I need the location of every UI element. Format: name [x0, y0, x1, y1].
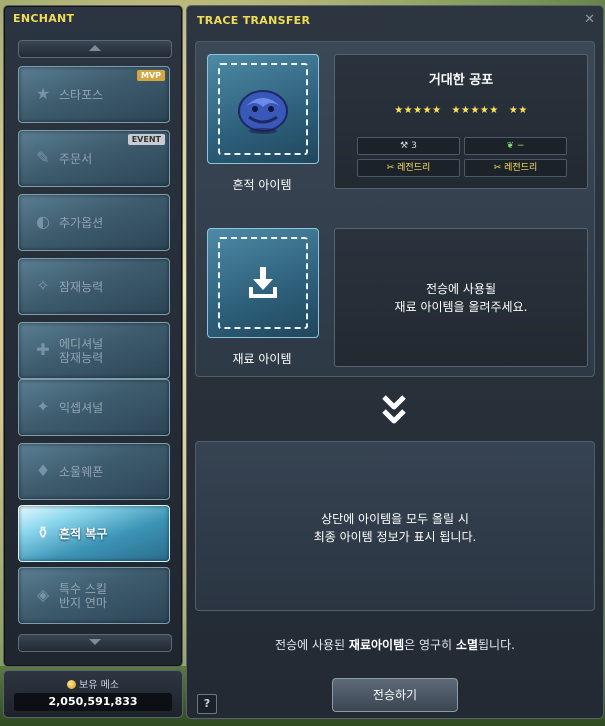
input-section: 흔적 아이템 거대한 공포 ★★★★★ ★★★★★ ★★ ⚒ 3 ❦ − ✂ 레전드… — [195, 41, 595, 377]
menu-item-label: 익셉셔널 — [59, 400, 104, 415]
upgrade-count: 3 — [411, 141, 417, 151]
menu-item-label: 흔적 복구 — [59, 526, 108, 541]
scroll-up-button[interactable] — [18, 40, 172, 58]
menu-item-additional-potential[interactable]: ✚ 에디셔널 잠재능력 — [18, 322, 170, 379]
chevron-down-icon — [89, 639, 101, 645]
menu-item-starforce[interactable]: ★ 스타포스 MVP — [18, 66, 170, 123]
potential-icon: ✧ — [36, 276, 50, 295]
meso-label: 보유 메소 — [79, 680, 119, 691]
chevron-up-icon — [89, 45, 101, 51]
menu-item-trace-restore[interactable]: ⚱ 흔적 복구 — [18, 505, 170, 562]
stat-row-grade: ✂ 레전드리 ✂ 레전드리 — [357, 159, 567, 177]
extra-stat-cell: ❦ − — [464, 137, 567, 155]
menu-item-label: 잠재능력 — [59, 279, 104, 294]
hammer-icon: ⚒ — [400, 141, 412, 151]
warning-prefix: 전승에 사용된 — [275, 638, 349, 652]
menu-item-additional-option[interactable]: ◐ 추가옵션 — [18, 194, 170, 251]
warning-middle: 은 영구히 — [404, 638, 456, 652]
trace-item-slot[interactable] — [207, 54, 319, 164]
material-info-box: 전승에 사용될 재료 아이템을 올려주세요. — [334, 228, 588, 367]
additional-grade-icon: ✂ — [493, 163, 505, 173]
enchant-panel: ENCHANT ★ 스타포스 MVP ✎ 주문서 EVENT ◐ 추가옵션 ✧ … — [3, 5, 183, 667]
potential-grade-cell: ✂ 레전드리 — [357, 159, 460, 177]
additional-grade: 레전드리 — [504, 163, 538, 173]
stat-row-top: ⚒ 3 ❦ − — [357, 137, 567, 155]
menu-item-label: 에디셔널 잠재능력 — [59, 336, 104, 365]
material-message: 전승에 사용될 재료 아이템을 올려주세요. — [394, 281, 528, 314]
exceptional-icon: ✦ — [36, 397, 50, 416]
trace-restore-icon: ⚱ — [36, 523, 50, 542]
result-section: 상단에 아이템을 모두 올릴 시 최종 아이템 정보가 표시 됩니다. — [195, 441, 595, 611]
trace-slot-label: 흔적 아이템 — [232, 178, 292, 192]
enchant-title: ENCHANT — [13, 12, 75, 25]
upgrade-count-cell: ⚒ 3 — [357, 137, 460, 155]
meso-coin-icon — [67, 680, 76, 689]
menu-item-exceptional[interactable]: ✦ 익셉셔널 — [18, 379, 170, 436]
material-slot-label: 재료 아이템 — [232, 352, 292, 366]
potential-grade: 레전드리 — [397, 163, 431, 173]
additional-grade-cell: ✂ 레전드리 — [464, 159, 567, 177]
material-item-slot[interactable] — [207, 228, 319, 338]
menu-item-potential[interactable]: ✧ 잠재능력 — [18, 258, 170, 315]
trace-item-info: 거대한 공포 ★★★★★ ★★★★★ ★★ ⚒ 3 ❦ − ✂ 레전드리 ✂ 레전드… — [334, 54, 588, 189]
trace-transfer-title: TRACE TRANSFER — [197, 14, 311, 27]
menu-item-soul-weapon[interactable]: ♦ 소울웨폰 — [18, 443, 170, 500]
star-rating: ★★★★★ ★★★★★ ★★ — [335, 105, 587, 116]
menu-item-ring-polish[interactable]: ◈ 특수 스킬 반지 연마 — [18, 567, 170, 624]
extra-stat-value: − — [516, 141, 525, 151]
menu-item-scroll[interactable]: ✎ 주문서 EVENT — [18, 130, 170, 187]
ring-icon: ◈ — [36, 585, 50, 604]
menu-item-label: 스타포스 — [59, 87, 104, 102]
help-button[interactable]: ? — [197, 694, 217, 714]
star-group: ★★★★★ — [394, 105, 442, 116]
transfer-button[interactable]: 전승하기 — [332, 678, 458, 712]
warning-highlight-material: 재료아이템 — [348, 638, 405, 652]
warning-highlight-destroy: 소멸 — [455, 638, 479, 652]
scroll-down-button[interactable] — [18, 634, 172, 652]
menu-item-label: 주문서 — [59, 151, 93, 166]
result-message: 상단에 아이템을 모두 올릴 시 최종 아이템 정보가 표시 됩니다. — [313, 512, 477, 544]
transfer-warning: 전승에 사용된 재료아이템은 영구히 소멸됩니다. — [187, 636, 603, 653]
meso-panel: 보유 메소 2,050,591,833 — [3, 670, 183, 718]
star-group: ★★ — [508, 105, 528, 116]
close-icon[interactable]: ✕ — [584, 12, 595, 27]
giant-fear-item-icon — [238, 90, 288, 134]
soul-icon: ♦ — [35, 461, 51, 480]
item-name: 거대한 공포 — [428, 73, 494, 88]
additional-potential-icon: ✚ — [36, 340, 50, 359]
star-icon: ★ — [35, 84, 51, 103]
warning-suffix: 됩니다. — [478, 638, 515, 652]
double-chevron-down-icon — [382, 395, 406, 424]
meso-label-row: 보유 메소 — [4, 676, 182, 691]
event-badge: EVENT — [127, 134, 165, 145]
menu-item-label: 특수 스킬 반지 연마 — [59, 581, 107, 610]
flame-option-icon: ◐ — [36, 212, 50, 231]
mvp-badge: MVP — [136, 70, 165, 81]
menu-item-label: 추가옵션 — [59, 215, 104, 230]
download-icon — [249, 267, 277, 298]
leaf-icon: ❦ — [506, 141, 517, 151]
potential-grade-icon: ✂ — [386, 163, 398, 173]
menu-item-label: 소울웨폰 — [59, 464, 104, 479]
meso-value: 2,050,591,833 — [14, 693, 172, 711]
star-group: ★★★★★ — [451, 105, 499, 116]
trace-transfer-panel: TRACE TRANSFER ✕ 흔적 아이템 거대한 공포 ★★★★★ ★★★★… — [186, 5, 604, 719]
scroll-icon: ✎ — [36, 148, 50, 167]
